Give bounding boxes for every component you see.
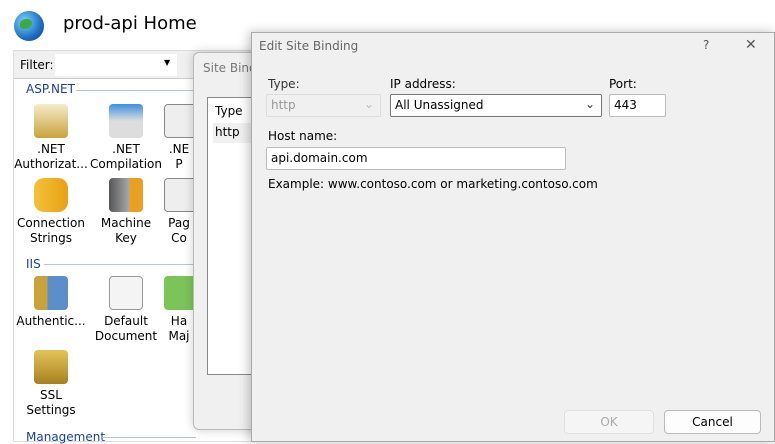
user-lock-icon (34, 276, 68, 310)
example-text: Example: www.contoso.com or marketing.co… (268, 177, 598, 191)
filter-label: Filter: (20, 58, 54, 72)
chevron-down-icon: ⌄ (584, 97, 595, 111)
type-select[interactable]: http ⌄ (266, 94, 381, 117)
feature-label: .NET Compilation (89, 142, 163, 171)
document-check-icon (109, 276, 143, 310)
globe-icon (14, 11, 44, 41)
page-icon (164, 104, 194, 138)
feature-default-document[interactable]: Default Document (89, 276, 163, 344)
feature-label: Pag Co (168, 216, 190, 245)
filter-input[interactable] (55, 54, 177, 76)
feature-ssl-settings[interactable]: SSL Settings (14, 350, 88, 418)
host-name-label: Host name: (268, 129, 338, 143)
divider (102, 437, 196, 438)
feature-net-authorization[interactable]: .NET Authorizat... (14, 104, 88, 172)
feature-handler-mappings[interactable]: Ha Maj (164, 276, 194, 344)
group-aspnet: ASP.NET (26, 82, 75, 96)
chevron-down-icon[interactable]: ▼ (164, 58, 170, 67)
feature-label: SSL Settings (26, 388, 76, 417)
type-label: Type: (268, 77, 300, 91)
page-title: prod-api Home (63, 13, 197, 34)
feature-label: Machine Key (100, 216, 152, 245)
cancel-button[interactable]: Cancel (664, 410, 761, 434)
feature-net-p[interactable]: .NE P (164, 104, 194, 172)
compilation-icon (109, 104, 143, 138)
feature-machine-key[interactable]: Machine Key (89, 178, 163, 246)
close-button[interactable]: ✕ (745, 37, 757, 53)
feature-label: Ha Maj (168, 314, 190, 343)
host-name-input[interactable]: api.domain.com (266, 147, 566, 170)
feature-pages[interactable]: Pag Co (164, 178, 194, 246)
type-value: http (271, 98, 296, 112)
feature-label: Default Document (94, 314, 158, 343)
ip-value: All Unassigned (395, 98, 484, 112)
divider (76, 90, 196, 91)
divider (44, 264, 194, 265)
ok-button[interactable]: OK (564, 410, 654, 434)
port-input[interactable]: 443 (609, 94, 666, 117)
chevron-down-icon: ⌄ (363, 97, 374, 111)
handler-icon (164, 276, 194, 310)
ip-address-select[interactable]: All Unassigned ⌄ (390, 94, 602, 117)
dialog-title: Edit Site Binding (259, 39, 359, 53)
feature-label: .NE P (168, 142, 190, 171)
server-key-icon (109, 178, 143, 212)
port-label: Port: (609, 77, 637, 91)
feature-label: Authentic... (16, 314, 86, 328)
feature-authentication[interactable]: Authentic... (14, 276, 88, 329)
feature-net-compilation[interactable]: .NET Compilation (89, 104, 163, 172)
authorization-lock-icon (34, 104, 68, 138)
help-button[interactable]: ? (703, 38, 709, 52)
feature-connection-strings[interactable]: Connection Strings (14, 178, 88, 246)
feature-label: Connection Strings (17, 216, 85, 245)
column-type[interactable]: Type (215, 104, 243, 118)
ip-label: IP address: (390, 77, 456, 91)
database-icon (34, 178, 68, 212)
group-iis: IIS (26, 257, 41, 271)
feature-label: .NET Authorizat... (14, 142, 88, 171)
page-icon (164, 178, 194, 212)
lock-icon (34, 350, 68, 384)
